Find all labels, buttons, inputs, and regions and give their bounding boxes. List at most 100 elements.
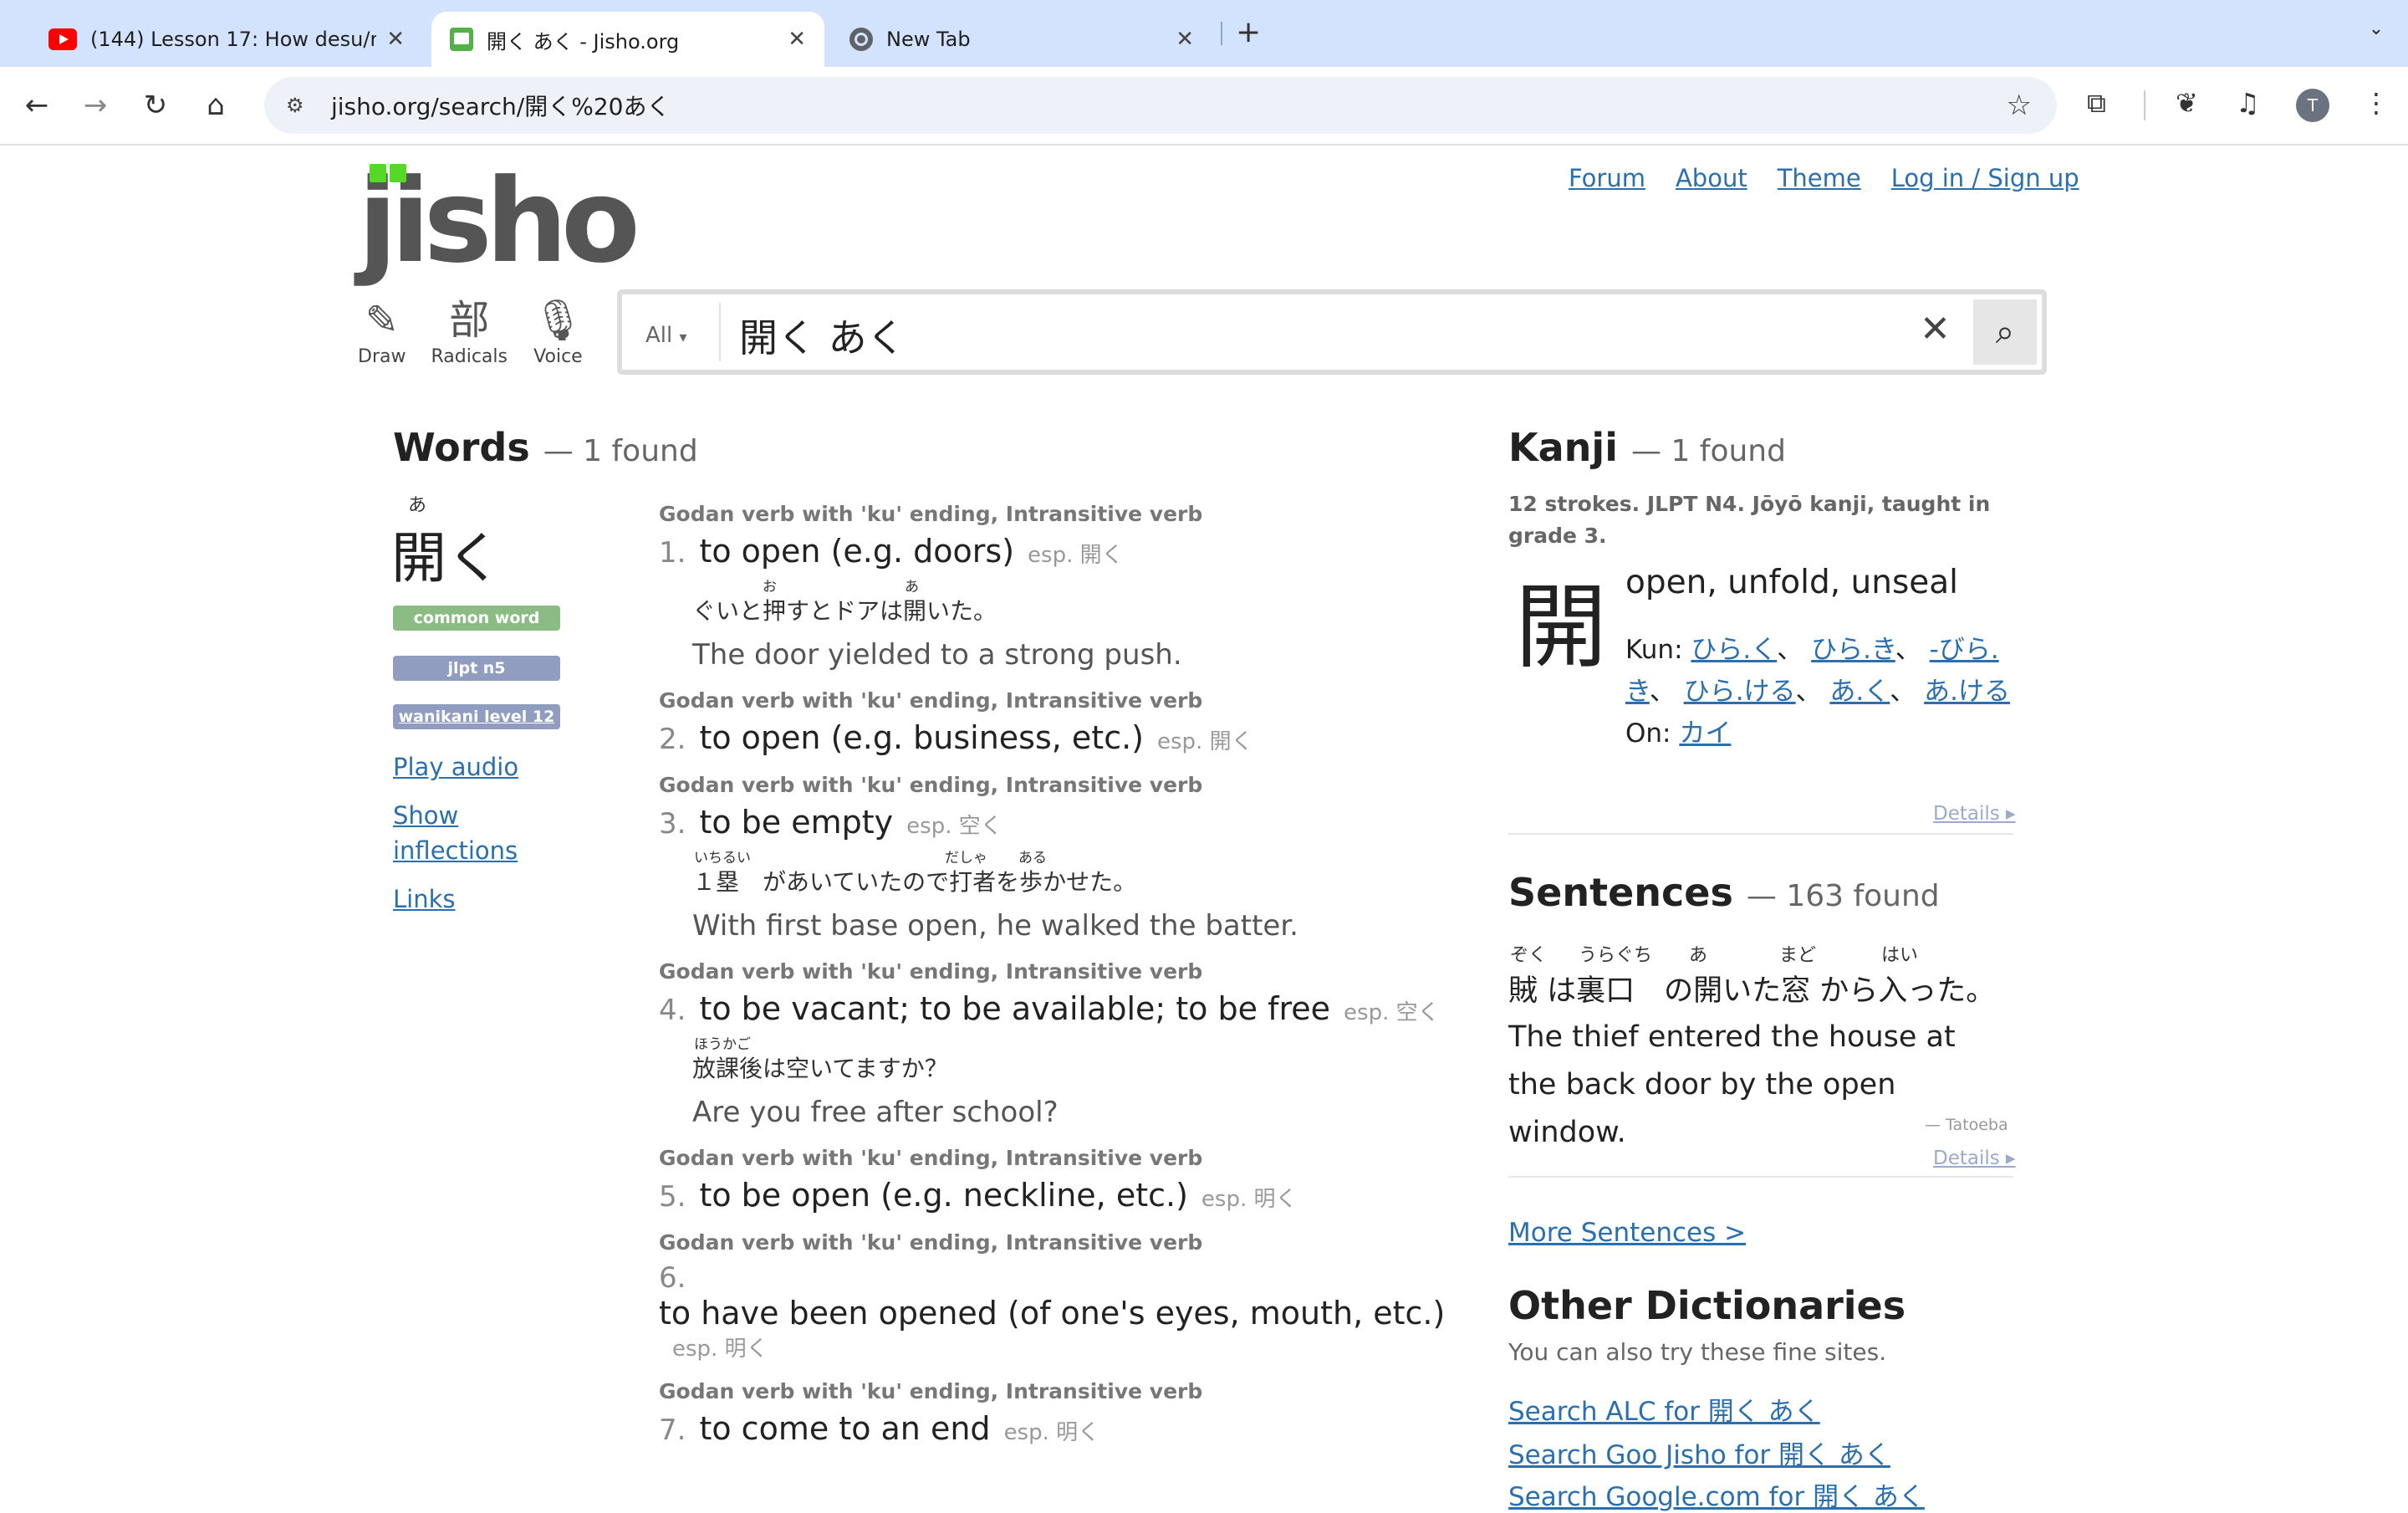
address-bar[interactable]: ⚙ jisho.org/search/開く%20あく ☆ [264,77,2057,134]
bookmark-star-icon[interactable]: ☆ [2007,89,2032,122]
back-button[interactable]: ← [18,87,55,124]
example-japanese-text: ぐいと押すとドアは開いた。 [692,597,997,625]
radicals-icon: 部 [449,297,490,344]
meaning-number: 3. [659,807,686,841]
example-ruby: ある [1018,850,1047,866]
sentence-ruby: うらぐち [1579,945,1653,966]
example-ruby: ほうかご [694,1036,751,1053]
example-ruby: あ [905,579,919,595]
search-icon: ⌕ [1995,313,2015,351]
nav-about[interactable]: About [1676,164,1747,192]
sentence-details-link[interactable]: Details ▸ [1933,1148,2016,1169]
example-ruby: だしゃ [945,850,987,866]
kanji-meaning: open, unfold, unseal [1625,564,1959,601]
search-goo-link[interactable]: Search Goo Jisho for 開く あく [1508,1434,1890,1471]
caret-down-icon: ▾ [679,329,687,346]
tab-search-button[interactable]: ⌄ [2358,10,2395,47]
nav-theme[interactable]: Theme [1778,164,1861,192]
definition-item: Godan verb with 'ku' ending, Intransitiv… [659,502,1455,672]
home-button[interactable]: ⌂ [197,87,234,124]
meaning-text: to be open (e.g. neckline, etc.) [699,1177,1188,1214]
clear-search-icon[interactable]: ✕ [1920,308,1951,350]
esp-note: esp. 開く [1028,543,1124,568]
search-box: All ▾ 開く あく ✕ ⌕ [617,289,2047,375]
meaning: 2. to open (e.g. business, etc.) esp. 開く [659,719,1455,756]
tab-youtube[interactable]: (144) Lesson 17: How desu/m ✕ [30,12,423,67]
sentence-ruby: はい [1881,945,1919,966]
part-of-speech: Godan verb with 'ku' ending, Intransitiv… [659,502,1203,526]
sentences-title: Sentences [1508,870,1733,915]
definition-item: Godan verb with 'ku' ending, Intransitiv… [659,773,1455,943]
meaning: 7. to come to an end esp. 明く [659,1410,1455,1447]
kun-reading[interactable]: ひら.く [1691,635,1777,665]
sentences-count: — 163 found [1746,879,1940,913]
forward-button[interactable]: → [77,87,114,124]
reload-button[interactable]: ↻ [137,87,174,124]
jisho-logo[interactable]: jisho [358,164,640,279]
on-reading[interactable]: カイ [1679,718,1731,749]
tab-title: (144) Lesson 17: How desu/m [90,28,377,51]
kun-reading[interactable]: ひら.き [1811,635,1895,665]
extensions-icon[interactable]: ⧉ [2087,87,2106,120]
tab-new-tab[interactable]: New Tab ✕ [831,12,1212,67]
kun-reading[interactable]: あ.く [1829,677,1890,707]
meaning: 5. to be open (e.g. neckline, etc.) esp. 明… [659,1177,1455,1214]
search-button[interactable]: ⌕ [1973,299,2037,365]
voice-button[interactable]: 🎙 Voice [533,294,584,367]
words-title: Words [393,425,530,470]
profile-avatar[interactable]: T [2296,89,2329,122]
kanji-count: — 1 found [1631,434,1786,468]
meaning-text: to have been opened (of one's eyes, mout… [659,1295,1446,1332]
search-filter-select[interactable]: All ▾ [645,323,687,348]
play-audio-link[interactable]: Play audio [393,753,518,781]
on-label: On: [1625,718,1671,749]
sentence-source[interactable]: — Tatoeba [1925,1116,2008,1134]
wanikani-badge[interactable]: wanikani level 12 [393,704,560,729]
url-text[interactable]: jisho.org/search/開く%20あく [331,89,670,122]
close-icon[interactable]: ✕ [386,27,405,52]
show-inflections-link[interactable]: Show [393,801,458,830]
new-tab-button[interactable]: + [1236,15,1261,49]
links-link[interactable]: Links [393,885,456,913]
search-google-link[interactable]: Search Google.com for 開く あく [1508,1475,1925,1513]
more-menu-icon[interactable]: ⋮ [2363,87,2390,119]
search-divider [719,303,721,361]
definition-item: Godan verb with 'ku' ending, Intransitiv… [659,1379,1455,1447]
media-control-icon[interactable]: ♫ [2236,87,2260,119]
show-inflections-link-line2[interactable]: inflections [393,836,518,865]
definition-item: Godan verb with 'ku' ending, Intransitiv… [659,688,1455,756]
voice-label: Voice [533,346,583,367]
kun-reading[interactable]: あ.ける [1924,677,2010,707]
divider [1508,1176,2013,1178]
meaning-text: to open (e.g. business, etc.) [699,719,1145,756]
close-icon[interactable]: ✕ [1176,27,1194,52]
site-info-icon[interactable]: ⚙ [286,94,311,117]
more-sentences-link[interactable]: More Sentences > [1508,1218,1746,1248]
radicals-label: Radicals [431,346,508,367]
jisho-favicon-icon [450,28,473,51]
kanji-details-link[interactable]: Details ▸ [1933,803,2016,825]
nav-login[interactable]: Log in / Sign up [1891,164,2079,192]
nav-forum[interactable]: Forum [1569,164,1645,192]
meaning-text: to come to an end [699,1410,991,1447]
meaning-text: to open (e.g. doors) [699,533,1015,570]
kanji-character[interactable]: 開 [1515,552,1607,686]
definitions-list: Godan verb with 'ku' ending, Intransitiv… [659,502,1455,1464]
words-heading: Words — 1 found [393,425,698,470]
definition-item: Godan verb with 'ku' ending, Intransitiv… [659,1146,1455,1214]
draw-icon: ✎ [365,297,399,344]
search-alc-link[interactable]: Search ALC for 開く あく [1508,1390,1820,1428]
meaning-text: to be vacant; to be available; to be fre… [699,990,1331,1027]
kun-label: Kun: [1625,635,1683,665]
close-icon[interactable]: ✕ [788,27,806,52]
kun-reading[interactable]: ひら.ける [1684,677,1796,707]
draw-button[interactable]: ✎ Draw [358,294,406,367]
part-of-speech: Godan verb with 'ku' ending, Intransitiv… [659,1379,1203,1403]
tab-jisho[interactable]: 開く あく - Jisho.org ✕ [431,12,824,67]
part-of-speech: Godan verb with 'ku' ending, Intransitiv… [659,773,1203,797]
extension-leaf-icon[interactable]: ❦ [2176,87,2198,119]
search-input[interactable]: 開く あく [739,308,906,363]
part-of-speech: Godan verb with 'ku' ending, Intransitiv… [659,1230,1203,1255]
radicals-button[interactable]: 部 Radicals [431,294,508,367]
meaning-text: to be empty [699,804,894,841]
